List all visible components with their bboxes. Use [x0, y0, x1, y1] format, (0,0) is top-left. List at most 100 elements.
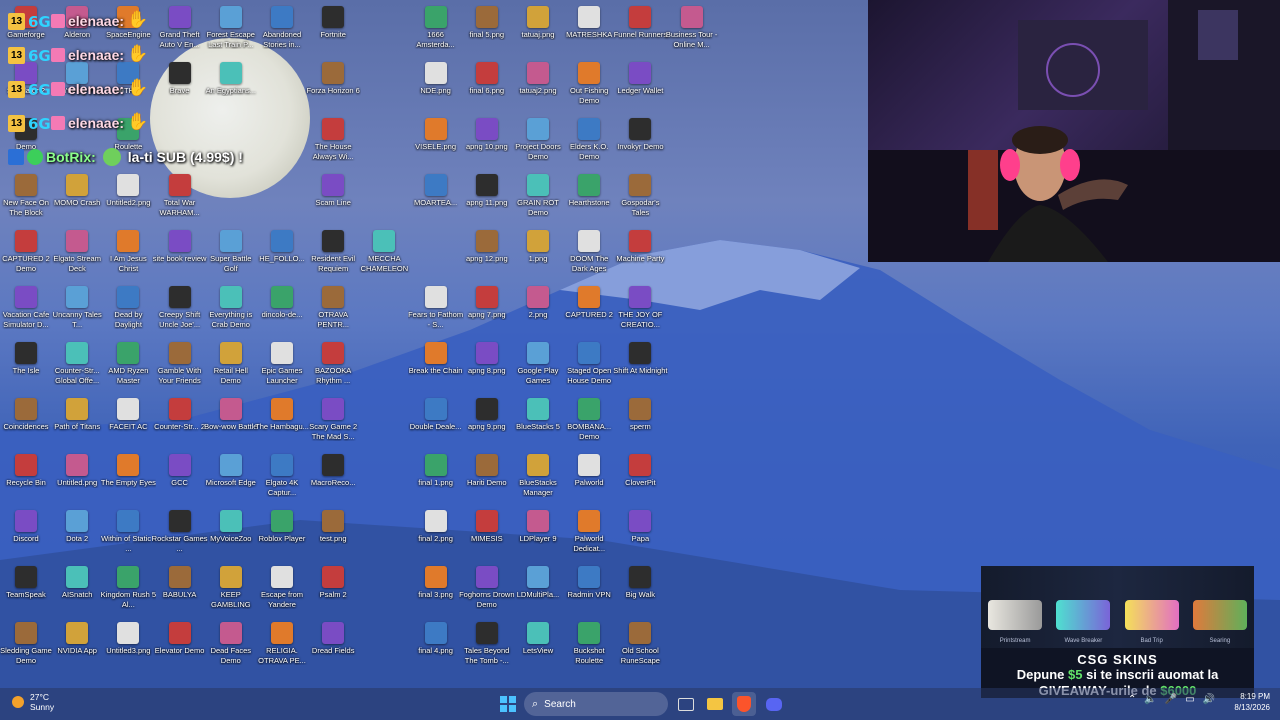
- desktop-icon[interactable]: Hearthstone: [563, 170, 615, 226]
- desktop-icon[interactable]: Recycle Bin: [0, 450, 52, 506]
- desktop-icon[interactable]: LDPlayer 9: [512, 506, 564, 562]
- desktop-icon[interactable]: site book review: [153, 226, 206, 282]
- desktop-icon[interactable]: Foghorns Drown Demo: [459, 562, 515, 618]
- desktop-icon[interactable]: apng 10.png: [461, 114, 513, 170]
- desktop-icon[interactable]: final 4.png: [410, 618, 462, 674]
- desktop-icon[interactable]: Fears to Fathom - S...: [408, 282, 463, 338]
- desktop-icon[interactable]: Shift At Midnight: [613, 338, 667, 394]
- desktop-icon[interactable]: RELIGIA. OTRAVA PE...: [256, 618, 308, 674]
- desktop-icon[interactable]: Discord: [0, 506, 52, 562]
- desktop-icon[interactable]: apng 9.png: [461, 394, 513, 450]
- desktop-icon[interactable]: Roblox Player: [256, 506, 308, 562]
- taskbar-clock[interactable]: 8:19 PM 8/13/2026: [1224, 691, 1270, 713]
- desktop-icon[interactable]: dincolo-de...: [256, 282, 308, 338]
- desktop-icon[interactable]: Palworld Dedicat...: [563, 506, 615, 562]
- desktop-icon[interactable]: Double Deale...: [410, 394, 462, 450]
- desktop-icon[interactable]: apng 7.png: [461, 282, 513, 338]
- desktop-icon[interactable]: MacroReco...: [307, 450, 359, 506]
- desktop-icon[interactable]: Invokyr Demo: [614, 114, 666, 170]
- desktop-icon[interactable]: apng 12.png: [461, 226, 513, 282]
- desktop-icon[interactable]: Hariti Demo: [461, 450, 513, 506]
- desktop-icon[interactable]: LetsView: [512, 618, 564, 674]
- desktop-icon[interactable]: Bow-wow Battle: [204, 394, 257, 450]
- desktop-icon[interactable]: NVIDIA App: [51, 618, 103, 674]
- desktop-icon[interactable]: FACEIT AC: [102, 394, 154, 450]
- desktop-icon[interactable]: Palworld: [563, 450, 615, 506]
- desktop-icon[interactable]: Break the Chain: [409, 338, 462, 394]
- desktop-icon[interactable]: Out Fishing Demo: [563, 58, 615, 114]
- desktop-icon[interactable]: Staged Open House Demo: [563, 338, 615, 394]
- desktop-icon[interactable]: New Face On The Block: [0, 170, 52, 226]
- desktop-icon[interactable]: MOMO Crash: [51, 170, 103, 226]
- desktop-icon[interactable]: Resident Evil Requiem: [307, 226, 359, 282]
- desktop-icon[interactable]: Funnel Runners: [614, 2, 667, 58]
- desktop-icon[interactable]: Counter-Str... 2: [154, 394, 206, 450]
- display-icon[interactable]: ▭: [1185, 694, 1194, 705]
- desktop-icon[interactable]: Escape from Yandere: [256, 562, 308, 618]
- desktop-icon[interactable]: Gamble With Your Friends: [154, 338, 206, 394]
- desktop-icon[interactable]: Papa: [614, 506, 666, 562]
- desktop-icon[interactable]: Epic Games Launcher: [256, 338, 308, 394]
- desktop-icon[interactable]: MECCHA CHAMELEON: [358, 226, 410, 282]
- desktop-icon[interactable]: final 6.png: [461, 58, 513, 114]
- desktop-icon[interactable]: Business Tour - Online M...: [666, 2, 718, 58]
- desktop-icon[interactable]: test.png: [307, 506, 359, 562]
- desktop-icon[interactable]: Dota 2: [51, 506, 103, 562]
- desktop-icon[interactable]: MIMESIS: [461, 506, 513, 562]
- desktop-icon[interactable]: Sledding Game Demo: [0, 618, 52, 674]
- desktop-icon[interactable]: CloverPit: [614, 450, 666, 506]
- desktop-icon[interactable]: NDE.png: [410, 58, 462, 114]
- desktop-icon[interactable]: GRAIN ROT Demo: [512, 170, 564, 226]
- desktop-icon[interactable]: 1666 Amsterda...: [410, 2, 462, 58]
- desktop-icon[interactable]: 1.png: [512, 226, 564, 282]
- desktop-icon[interactable]: Dread Fields: [307, 618, 359, 674]
- taskbar-search[interactable]: ⌕ Search: [524, 692, 668, 716]
- desktop-icon[interactable]: apng 11.png: [461, 170, 513, 226]
- desktop-icon[interactable]: final 1.png: [410, 450, 462, 506]
- desktop-icon[interactable]: Old School RuneScape: [614, 618, 666, 674]
- desktop-icon[interactable]: Gospodar's Tales: [614, 170, 666, 226]
- desktop-icon[interactable]: Total War WARHAM...: [154, 170, 206, 226]
- desktop-icon[interactable]: AISnatch: [51, 562, 103, 618]
- desktop-icon[interactable]: DOOM The Dark Ages: [563, 226, 615, 282]
- desktop-icon[interactable]: VISELE.png: [410, 114, 462, 170]
- desktop-icon[interactable]: GCC: [154, 450, 206, 506]
- desktop-icon[interactable]: The Empty Eyes: [101, 450, 156, 506]
- speaker-icon[interactable]: 🔈: [1144, 694, 1156, 705]
- desktop-icon[interactable]: Creepy Shift Uncle Joe'...: [154, 282, 206, 338]
- desktop-icon[interactable]: final 3.png: [410, 562, 462, 618]
- desktop-icon[interactable]: Elders K.O. Demo: [563, 114, 615, 170]
- desktop-icon[interactable]: BlueStacks Manager: [512, 450, 564, 506]
- desktop-icon[interactable]: TeamSpeak: [0, 562, 52, 618]
- desktop-icon[interactable]: Elgato 4K Captur...: [256, 450, 308, 506]
- desktop-icon[interactable]: Machine Party: [614, 226, 666, 282]
- desktop-icon[interactable]: Dead by Daylight: [102, 282, 154, 338]
- file-explorer-button[interactable]: [703, 692, 727, 716]
- desktop-icon[interactable]: Dead Faces Demo: [205, 618, 257, 674]
- desktop-icon[interactable]: apng 8.png: [461, 338, 513, 394]
- desktop-icon[interactable]: The Hambagu...: [255, 394, 309, 450]
- task-view-button[interactable]: [674, 692, 698, 716]
- weather-widget[interactable]: 27°C Sunny: [12, 692, 54, 712]
- desktop-icon[interactable]: Uncanny Tales T...: [51, 282, 103, 338]
- discord-taskbar-button[interactable]: [762, 692, 786, 716]
- desktop-icon[interactable]: MATRESHKA: [563, 2, 615, 58]
- desktop-icon[interactable]: Ledger Wallet: [614, 58, 666, 114]
- desktop-icon[interactable]: Untitled3.png: [102, 618, 154, 674]
- desktop-icon[interactable]: Retail Hell Demo: [205, 338, 257, 394]
- desktop-icon[interactable]: BlueStacks 5: [512, 394, 564, 450]
- desktop-icon[interactable]: Scam Line: [307, 170, 359, 226]
- desktop-icon[interactable]: tatuaj2.png: [512, 58, 564, 114]
- mic-icon[interactable]: 🎤: [1165, 694, 1177, 705]
- desktop-icon[interactable]: Within of Static - ...: [101, 506, 156, 562]
- desktop-icon[interactable]: AMD Ryzen Master: [102, 338, 154, 394]
- desktop-icon[interactable]: Path of Titans: [51, 394, 103, 450]
- desktop-icon[interactable]: Kingdom Rush 5 Al...: [101, 562, 156, 618]
- desktop-icon[interactable]: Vacation Cafe Simulator D...: [0, 282, 52, 338]
- desktop-icon[interactable]: Elevator Demo: [154, 618, 206, 674]
- desktop-icon[interactable]: MOARTEA...: [410, 170, 462, 226]
- desktop-icon[interactable]: CAPTURED 2 Demo: [0, 226, 52, 282]
- desktop-icon[interactable]: Rockstar Games ...: [152, 506, 208, 562]
- desktop-icon[interactable]: MyVoiceZoo: [205, 506, 257, 562]
- desktop-icon[interactable]: HE_FOLLO...: [256, 226, 308, 282]
